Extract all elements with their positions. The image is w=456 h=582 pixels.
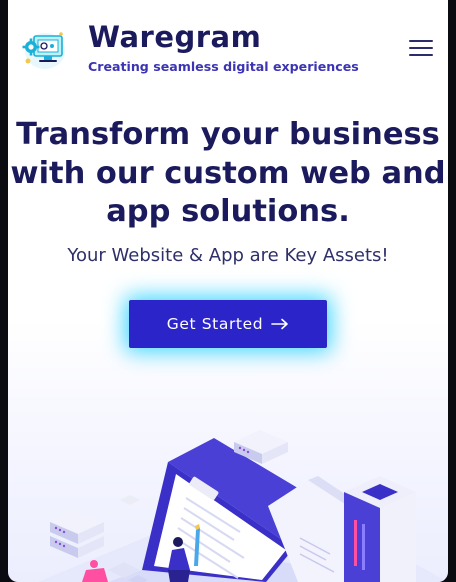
hamburger-menu-icon[interactable] [409, 40, 433, 58]
hero-illustration [38, 430, 448, 582]
arrow-right-icon [271, 318, 289, 330]
server-tower-right-icon [344, 476, 416, 582]
gear-monitor-logo[interactable] [20, 26, 66, 72]
page: Waregram Creating seamless digital exper… [8, 0, 448, 582]
hero-title: Transform your business with our custom … [10, 117, 446, 229]
site-header: Waregram Creating seamless digital exper… [8, 0, 448, 100]
brand-tagline: Creating seamless digital experiences [88, 59, 359, 74]
side-scroll-tab[interactable] [444, 296, 448, 322]
brand-name[interactable]: Waregram [88, 20, 261, 54]
hero-subtitle: Your Website & App are Key Assets! [67, 245, 389, 266]
get-started-button[interactable]: Get Started [129, 300, 327, 348]
server-stack-left-icon [50, 510, 104, 558]
get-started-label: Get Started [166, 315, 264, 333]
